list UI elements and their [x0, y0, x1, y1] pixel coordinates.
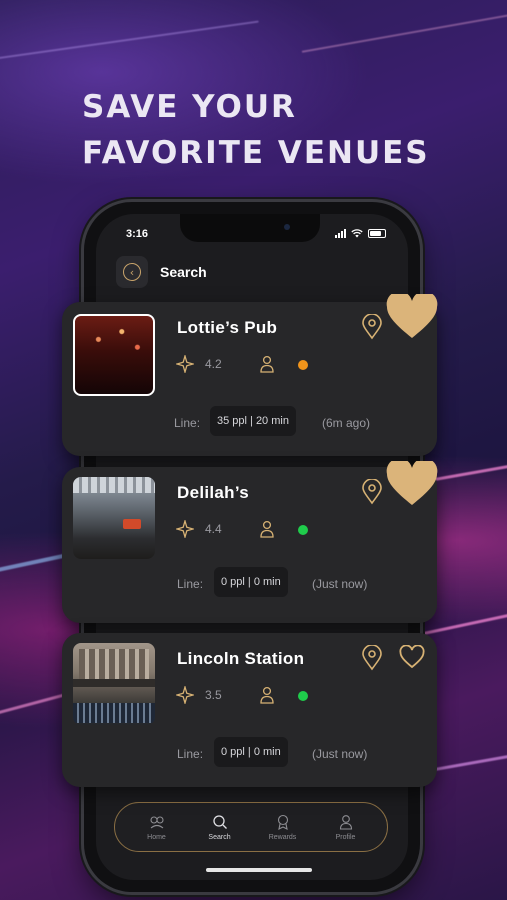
last-updated: (6m ago) — [322, 416, 371, 430]
venue-name: Lottie’s Pub — [177, 318, 278, 337]
heart-outline-icon[interactable] — [399, 645, 425, 669]
home-indicator — [206, 868, 312, 872]
venue-name: Delilah’s — [177, 483, 249, 502]
tab-search-label: Search — [208, 833, 231, 841]
page-title: Search — [160, 264, 207, 280]
venue-photo — [73, 643, 155, 725]
venue-photo — [73, 314, 155, 396]
status-icons — [335, 229, 386, 238]
venue-name: Lincoln Station — [177, 649, 305, 668]
line-label: Line: — [177, 577, 204, 591]
crowd-status-dot — [298, 691, 308, 701]
home-icon — [149, 815, 164, 828]
map-pin-icon[interactable] — [361, 314, 383, 340]
sparkle-icon — [176, 520, 194, 538]
search-icon — [212, 814, 227, 829]
crowd-status-dot — [298, 525, 308, 535]
person-icon — [260, 355, 274, 373]
back-button[interactable]: ‹ — [116, 256, 148, 288]
tab-profile[interactable]: Profile — [321, 814, 371, 841]
venue-rating: 3.5 — [205, 688, 222, 702]
promo-line-2: FAVORITE VENUES — [82, 135, 430, 171]
venue-photo — [73, 477, 155, 559]
line-label: Line: — [174, 416, 201, 430]
venue-rating: 4.4 — [205, 522, 222, 536]
bottom-tab-bar: Home Search Rewards Profile — [114, 802, 388, 852]
line-wait-value: 35 ppl | 20 min — [210, 406, 296, 436]
last-updated: (Just now) — [312, 747, 368, 761]
promo-headline: SAVE YOUR FAVORITE VENUES — [82, 84, 442, 176]
person-icon — [260, 520, 274, 538]
chevron-left-circle-icon: ‹ — [123, 263, 141, 281]
status-time: 3:16 — [126, 228, 149, 240]
sparkle-icon — [176, 355, 194, 373]
heart-filled-icon[interactable] — [386, 461, 438, 507]
promo-line-1: SAVE YOUR — [82, 89, 297, 125]
tab-search[interactable]: Search — [195, 814, 245, 841]
line-label: Line: — [177, 747, 204, 761]
notch — [180, 214, 320, 242]
venue-rating: 4.2 — [205, 357, 222, 371]
profile-icon — [339, 814, 352, 830]
tab-rewards-label: Rewards — [268, 833, 297, 841]
last-updated: (Just now) — [312, 577, 368, 591]
tab-home[interactable]: Home — [132, 814, 182, 841]
wifi-icon — [351, 229, 363, 238]
map-pin-icon[interactable] — [361, 479, 383, 505]
sparkle-icon — [176, 686, 194, 704]
battery-icon — [368, 229, 386, 238]
tab-profile-label: Profile — [335, 833, 356, 841]
venue-card[interactable]: Lincoln Station 3.5 Line: 0 ppl | 0 min … — [62, 633, 437, 787]
tab-home-label: Home — [147, 833, 166, 841]
map-pin-icon[interactable] — [361, 645, 383, 671]
line-wait-value: 0 ppl | 0 min — [214, 737, 288, 767]
crowd-status-dot — [298, 360, 308, 370]
person-icon — [260, 686, 274, 704]
venue-card[interactable]: Lottie’s Pub 4.2 Line: 35 ppl | 20 min (… — [62, 294, 438, 456]
signal-icon — [335, 229, 346, 238]
line-wait-value: 0 ppl | 0 min — [214, 567, 288, 597]
venue-card[interactable]: Delilah’s 4.4 Line: 0 ppl | 0 min (Just … — [62, 461, 438, 623]
rewards-icon — [277, 814, 288, 830]
heart-filled-icon[interactable] — [386, 294, 438, 340]
tab-rewards[interactable]: Rewards — [258, 814, 308, 841]
